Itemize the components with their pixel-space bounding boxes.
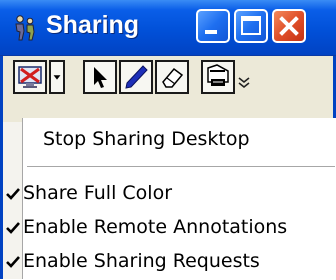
share-dropdown-button[interactable] xyxy=(49,60,65,94)
sharing-dropdown-menu: Stop Sharing Desktop Share Full Color En… xyxy=(6,118,336,280)
annotation-tool-icon xyxy=(207,64,229,86)
menu-item-label: Share Full Color xyxy=(23,182,173,204)
overflow-chevron-icon[interactable] xyxy=(237,74,251,90)
menu-item-share-full-color[interactable]: Share Full Color xyxy=(6,178,336,212)
share-desktop-icon xyxy=(18,66,42,88)
minimize-button[interactable] xyxy=(196,9,230,43)
pen-icon xyxy=(125,65,148,89)
maximize-button[interactable] xyxy=(234,9,268,43)
menu-item-stop-sharing-desktop[interactable]: Stop Sharing Desktop xyxy=(23,124,336,158)
checkmark-icon xyxy=(6,188,20,200)
menu-item-enable-sharing-requests[interactable]: Enable Sharing Requests xyxy=(6,246,336,280)
pointer-tool-button[interactable] xyxy=(83,60,117,94)
close-icon xyxy=(279,16,299,36)
close-button[interactable] xyxy=(272,9,306,43)
window-title: Sharing xyxy=(46,11,140,39)
menu-item-label: Enable Sharing Requests xyxy=(23,250,260,272)
annotation-tool-button[interactable] xyxy=(201,60,235,94)
menu-item-label: Stop Sharing Desktop xyxy=(43,128,250,150)
menu-item-enable-remote-annotations[interactable]: Enable Remote Annotations xyxy=(6,212,336,246)
dropdown-arrow-icon xyxy=(53,75,61,80)
checkmark-icon xyxy=(6,222,20,234)
toolbar xyxy=(0,56,336,122)
menu-item-label: Enable Remote Annotations xyxy=(23,216,288,238)
eraser-tool-button[interactable] xyxy=(155,60,189,94)
minimize-icon xyxy=(205,30,217,34)
eraser-icon xyxy=(162,67,184,88)
share-desktop-button[interactable] xyxy=(13,60,47,94)
checkmark-icon xyxy=(6,256,20,268)
maximize-icon xyxy=(241,16,261,35)
title-bar[interactable]: Sharing xyxy=(0,0,336,56)
menu-separator xyxy=(27,166,335,167)
pen-tool-button[interactable] xyxy=(119,60,153,94)
app-person-icon xyxy=(15,15,35,41)
pointer-arrow-icon xyxy=(94,67,107,88)
